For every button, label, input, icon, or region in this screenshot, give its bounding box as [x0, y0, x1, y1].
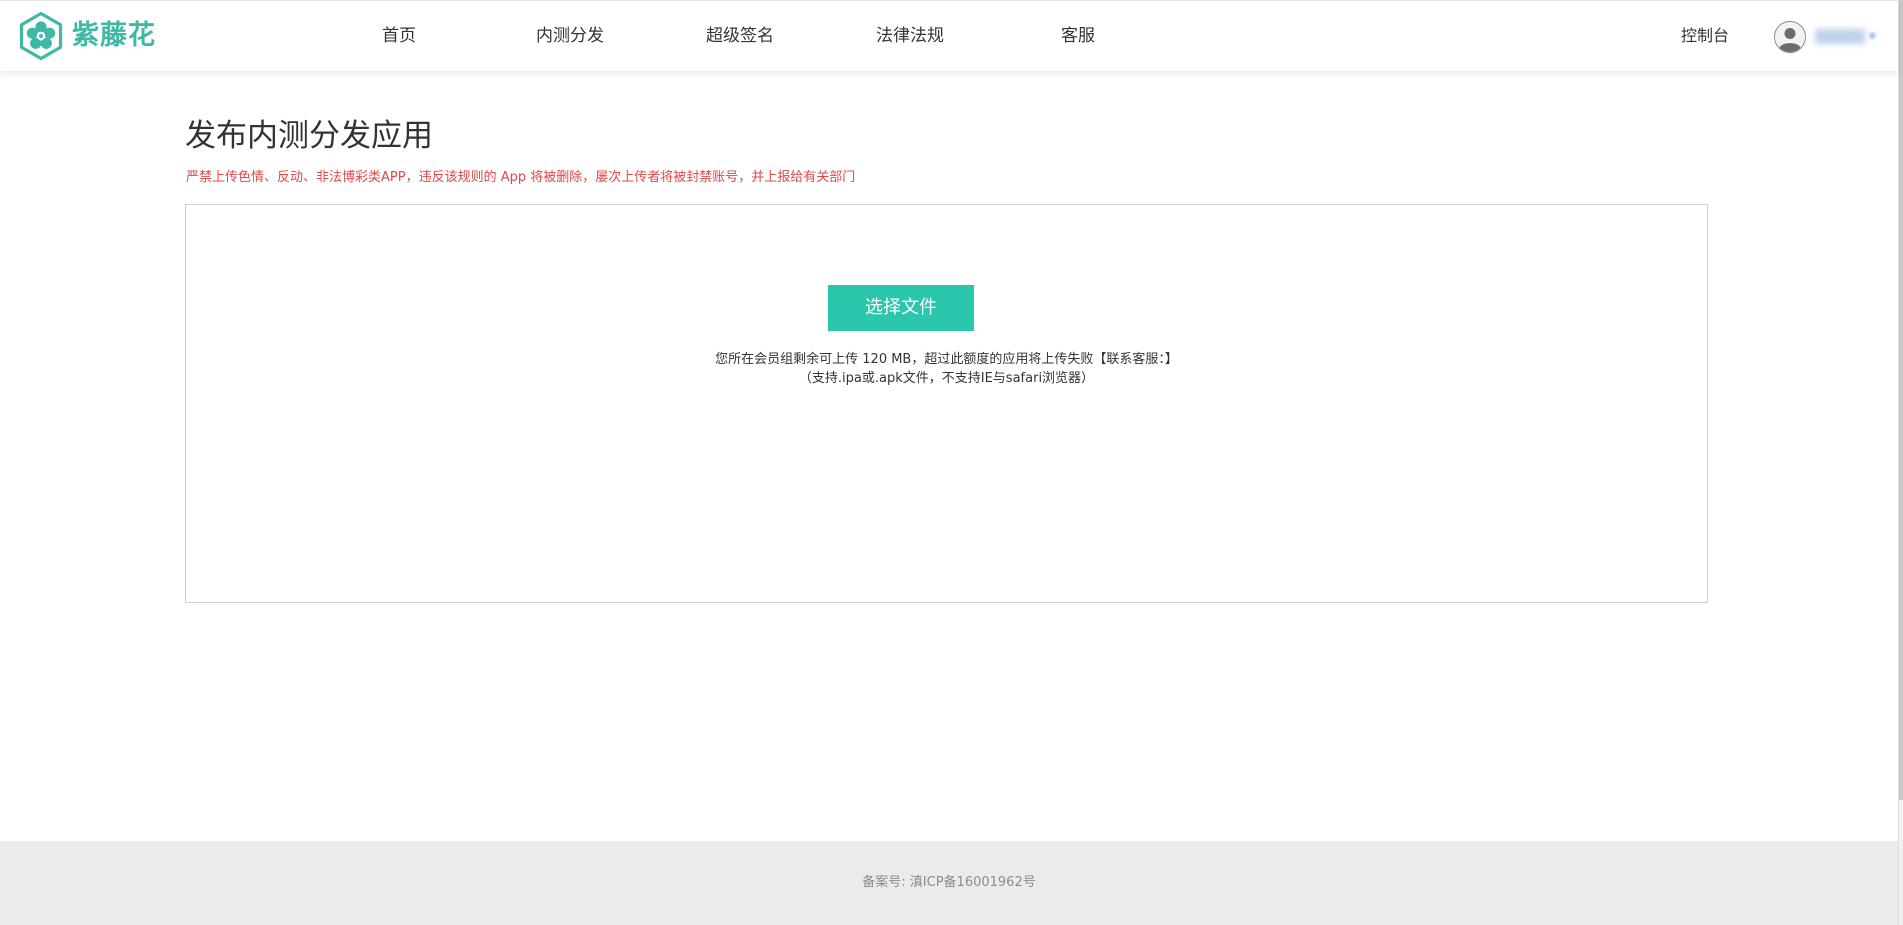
username: ▒▒▒▒▒ — [1815, 29, 1865, 45]
flower-logo-icon — [19, 12, 63, 60]
top-navbar: 紫藤花 首页 内测分发 超级签名 法律法规 客服 控制台 ▒▒▒▒▒ ▼ — [0, 0, 1898, 71]
nav-item-customer-service[interactable]: 客服 — [1061, 1, 1095, 71]
chevron-down-icon: ▼ — [1869, 32, 1876, 42]
nav-item-laws-regulations[interactable]: 法律法规 — [876, 1, 944, 71]
choose-file-button[interactable]: 选择文件 — [828, 285, 974, 331]
footer: 备案号: 滇ICP备16001962号 — [0, 841, 1898, 925]
upload-area[interactable]: 选择文件 您所在会员组剩余可上传 120 MB，超过此额度的应用将上传失败【联系… — [185, 204, 1708, 603]
upload-quota-text: 您所在会员组剩余可上传 120 MB，超过此额度的应用将上传失败【联系客服：】 — [715, 352, 1178, 367]
nav-item-super-signature[interactable]: 超级签名 — [706, 1, 774, 71]
nav-item-beta-distribution[interactable]: 内测分发 — [536, 1, 604, 71]
scrollbar-thumb[interactable] — [1899, 0, 1903, 800]
brand-logo[interactable]: 紫藤花 — [17, 12, 156, 60]
brand-name: 紫藤花 — [72, 20, 156, 51]
user-menu[interactable]: ▒▒▒▒▒ ▼ — [1774, 21, 1876, 53]
icp-record: 备案号: 滇ICP备16001962号 — [862, 875, 1036, 890]
page: 紫藤花 首页 内测分发 超级签名 法律法规 客服 控制台 ▒▒▒▒▒ ▼ 发布内… — [0, 0, 1903, 925]
page-scrollbar[interactable] — [1898, 0, 1903, 925]
page-title: 发布内测分发应用 — [185, 118, 433, 154]
user-avatar-icon — [1774, 21, 1806, 53]
supported-formats-text: （支持.ipa或.apk文件，不支持IE与safari浏览器） — [798, 371, 1095, 386]
console-link[interactable]: 控制台 — [1681, 1, 1729, 71]
upload-warning: 严禁上传色情、反动、非法博彩类APP，违反该规则的 App 将被删除，屡次上传者… — [186, 170, 856, 185]
nav-item-home[interactable]: 首页 — [382, 1, 416, 71]
